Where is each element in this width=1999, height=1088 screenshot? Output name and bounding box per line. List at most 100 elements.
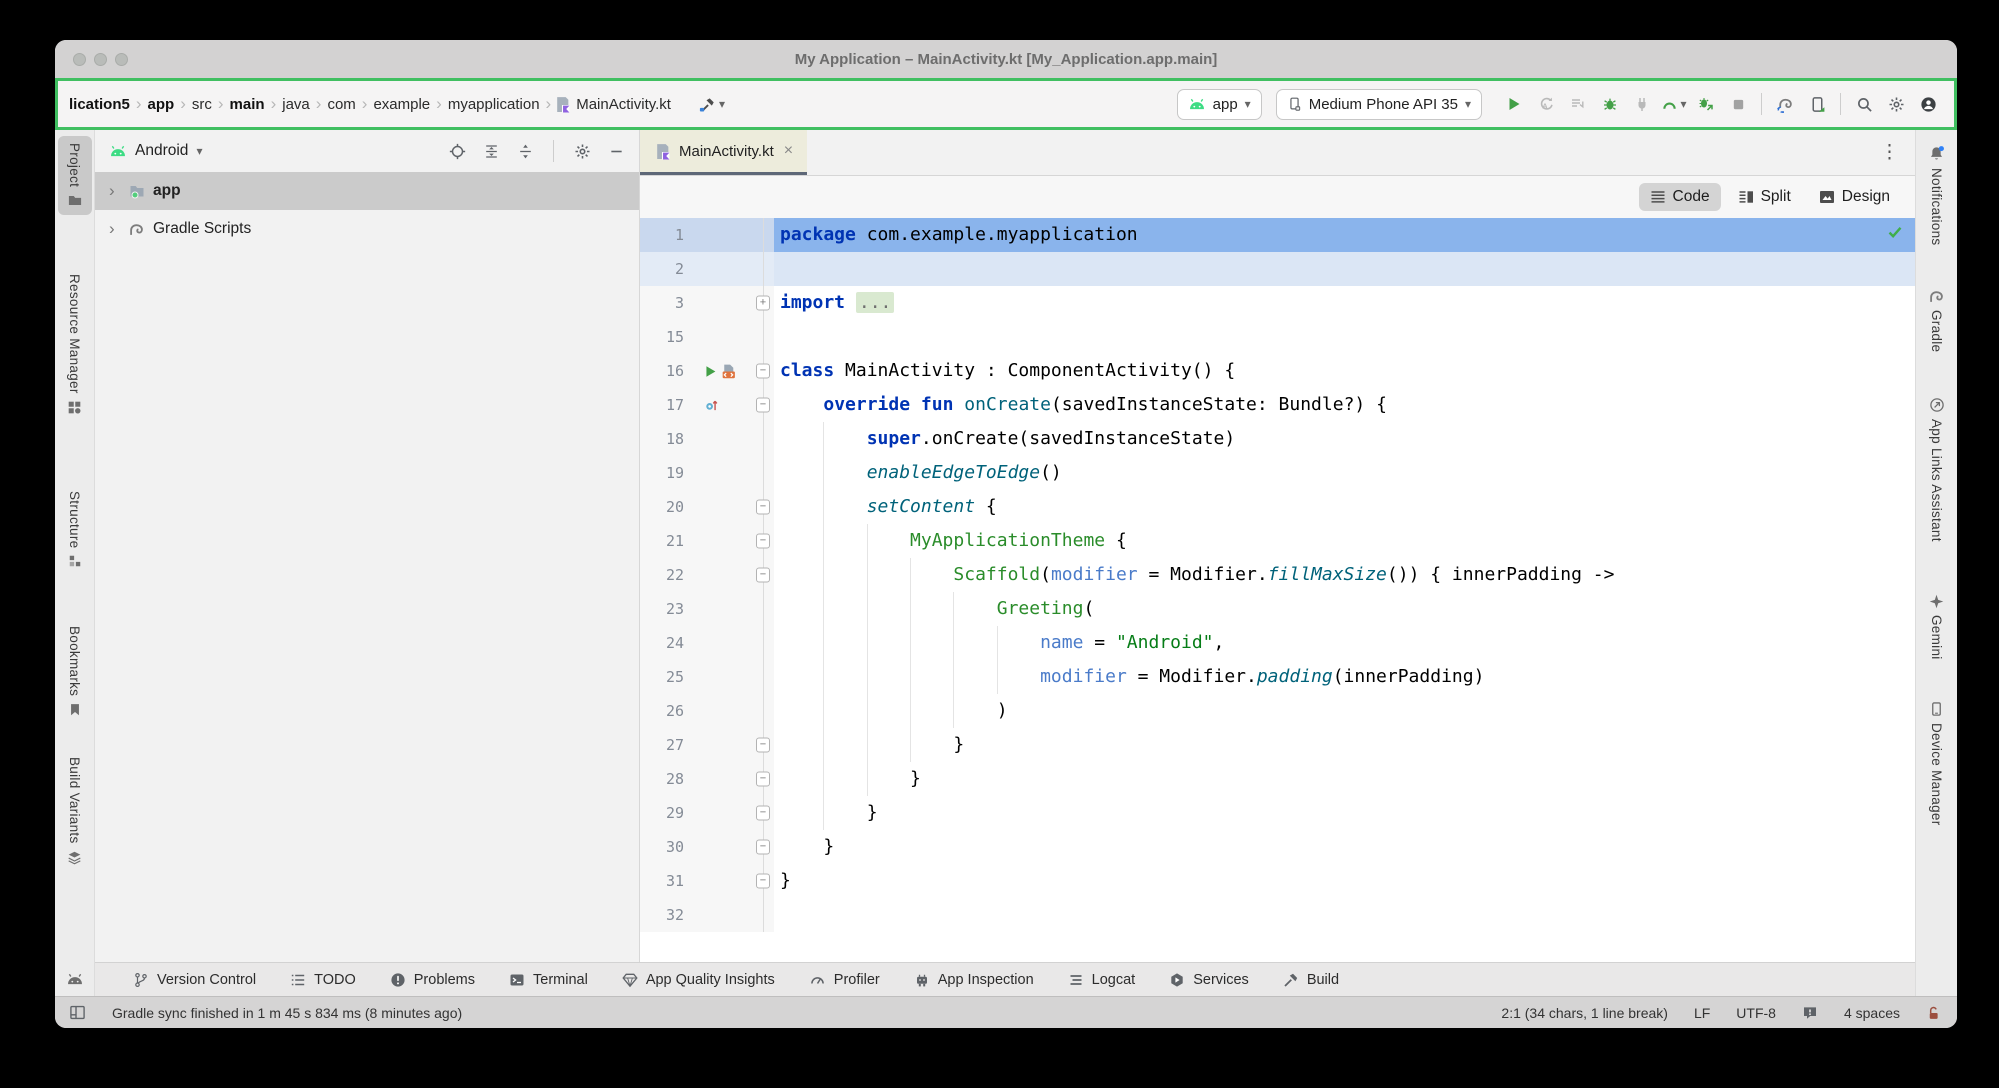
fold-column[interactable] [752, 694, 774, 728]
line-number[interactable]: 24 [640, 626, 698, 660]
fold-marker[interactable]: − [756, 806, 770, 821]
gutter[interactable] [698, 626, 752, 660]
line-number[interactable]: 22 [640, 558, 698, 592]
gutter[interactable] [698, 694, 752, 728]
gutter[interactable] [698, 524, 752, 558]
breadcrumb-item[interactable]: src [189, 94, 215, 115]
line-number[interactable]: 2 [640, 252, 698, 286]
code-text[interactable]: } [774, 796, 1915, 830]
code-text[interactable] [774, 252, 1915, 286]
search-everywhere-button[interactable] [1849, 89, 1879, 119]
mode-split-button[interactable]: Split [1727, 183, 1802, 211]
tab-mainactivity[interactable]: MainActivity.kt × [640, 130, 807, 175]
override-gutter-icon[interactable] [704, 397, 719, 413]
fold-column[interactable] [752, 592, 774, 626]
debug-button[interactable] [1595, 89, 1625, 119]
line-number[interactable]: 20 [640, 490, 698, 524]
tool-window-tab-app-links-assistant[interactable]: App Links Assistant [1920, 390, 1954, 549]
tool-window-tab-notifications[interactable]: Notifications [1920, 138, 1954, 252]
tool-window-tab-project[interactable]: Project [58, 136, 92, 215]
fold-column[interactable]: − [752, 796, 774, 830]
code-text[interactable]: package com.example.myapplication [774, 218, 1915, 252]
fold-column[interactable]: − [752, 388, 774, 422]
code-text[interactable]: setContent { [774, 490, 1915, 524]
fold-marker[interactable]: − [756, 398, 770, 413]
feedback-icon[interactable] [1802, 1005, 1818, 1021]
fold-marker[interactable]: + [756, 296, 770, 311]
fold-column[interactable] [752, 626, 774, 660]
gutter[interactable] [698, 490, 752, 524]
breadcrumb-item[interactable]: java [279, 94, 313, 115]
settings-button[interactable] [1881, 89, 1911, 119]
profile-app-button[interactable] [1691, 89, 1721, 119]
fold-marker[interactable]: − [756, 568, 770, 583]
code-text[interactable]: name = "Android", [774, 626, 1915, 660]
tree-item-app[interactable]: ›app [95, 172, 639, 210]
tree-item-gradle-scripts[interactable]: ›Gradle Scripts [95, 210, 639, 248]
gutter[interactable] [698, 388, 752, 422]
line-number[interactable]: 15 [640, 320, 698, 354]
gutter[interactable] [698, 252, 752, 286]
editor-options-kebab-icon[interactable]: ⋮ [1864, 141, 1915, 164]
logcat-android-button[interactable] [66, 970, 84, 988]
breadcrumb-item[interactable]: app [145, 94, 178, 115]
gutter[interactable] [698, 728, 752, 762]
indent-indicator[interactable]: 4 spaces [1844, 1005, 1900, 1021]
line-number[interactable]: 21 [640, 524, 698, 558]
gutter[interactable] [698, 796, 752, 830]
gutter[interactable] [698, 456, 752, 490]
profiler-button[interactable]: ▾ [1659, 89, 1689, 119]
gutter[interactable] [698, 864, 752, 898]
fold-column[interactable] [752, 218, 774, 252]
attach-debugger-button[interactable] [1627, 89, 1657, 119]
fold-marker[interactable]: − [756, 534, 770, 549]
code-text[interactable]: super.onCreate(savedInstanceState) [774, 422, 1915, 456]
line-number[interactable]: 17 [640, 388, 698, 422]
code-text[interactable]: class MainActivity : ComponentActivity()… [774, 354, 1915, 388]
account-button[interactable] [1913, 89, 1943, 119]
line-number[interactable]: 32 [640, 898, 698, 932]
line-number[interactable]: 16 [640, 354, 698, 388]
tool-window-layout-icon[interactable] [69, 1004, 86, 1021]
project-view-label[interactable]: Android [135, 142, 188, 160]
compose-gutter-icon[interactable] [720, 363, 737, 380]
expand-all-button[interactable] [478, 138, 504, 164]
fold-column[interactable] [752, 898, 774, 932]
line-number[interactable]: 23 [640, 592, 698, 626]
code-text[interactable]: } [774, 762, 1915, 796]
tool-window-tab-resource-manager[interactable]: Resource Manager [58, 267, 92, 422]
line-number[interactable]: 28 [640, 762, 698, 796]
tool-window-button-logcat[interactable]: Logcat [1068, 972, 1136, 988]
tool-window-button-problems[interactable]: Problems [390, 972, 475, 988]
line-number[interactable]: 19 [640, 456, 698, 490]
breadcrumb-item[interactable]: lication5 [66, 94, 133, 115]
line-number[interactable]: 29 [640, 796, 698, 830]
code-text[interactable]: Greeting( [774, 592, 1915, 626]
fold-column[interactable] [752, 252, 774, 286]
tool-window-button-app-quality-insights[interactable]: App Quality Insights [622, 972, 775, 988]
line-number[interactable]: 1 [640, 218, 698, 252]
gutter[interactable] [698, 762, 752, 796]
fold-marker[interactable]: − [756, 364, 770, 379]
code-text[interactable]: override fun onCreate(savedInstanceState… [774, 388, 1915, 422]
stop-button[interactable] [1723, 89, 1753, 119]
line-number[interactable]: 25 [640, 660, 698, 694]
fold-column[interactable] [752, 320, 774, 354]
chevron-right-icon[interactable]: › [109, 219, 121, 239]
apply-changes-restart-button[interactable]: A [1531, 89, 1561, 119]
code-text[interactable]: ) [774, 694, 1915, 728]
mode-code-button[interactable]: Code [1639, 183, 1721, 211]
line-number[interactable]: 31 [640, 864, 698, 898]
panel-options-gear-button[interactable] [569, 138, 595, 164]
tool-window-tab-build-variants[interactable]: Build Variants [58, 750, 92, 872]
fold-column[interactable]: − [752, 490, 774, 524]
fold-marker[interactable]: − [756, 840, 770, 855]
fold-marker[interactable]: − [756, 874, 770, 889]
fold-column[interactable] [752, 456, 774, 490]
tool-window-tab-gradle[interactable]: Gradle [1920, 282, 1954, 359]
run-configuration-select[interactable]: app ▾ [1177, 89, 1262, 120]
gutter[interactable] [698, 660, 752, 694]
gutter[interactable] [698, 422, 752, 456]
line-number[interactable]: 18 [640, 422, 698, 456]
tool-window-button-app-inspection[interactable]: App Inspection [914, 972, 1034, 988]
